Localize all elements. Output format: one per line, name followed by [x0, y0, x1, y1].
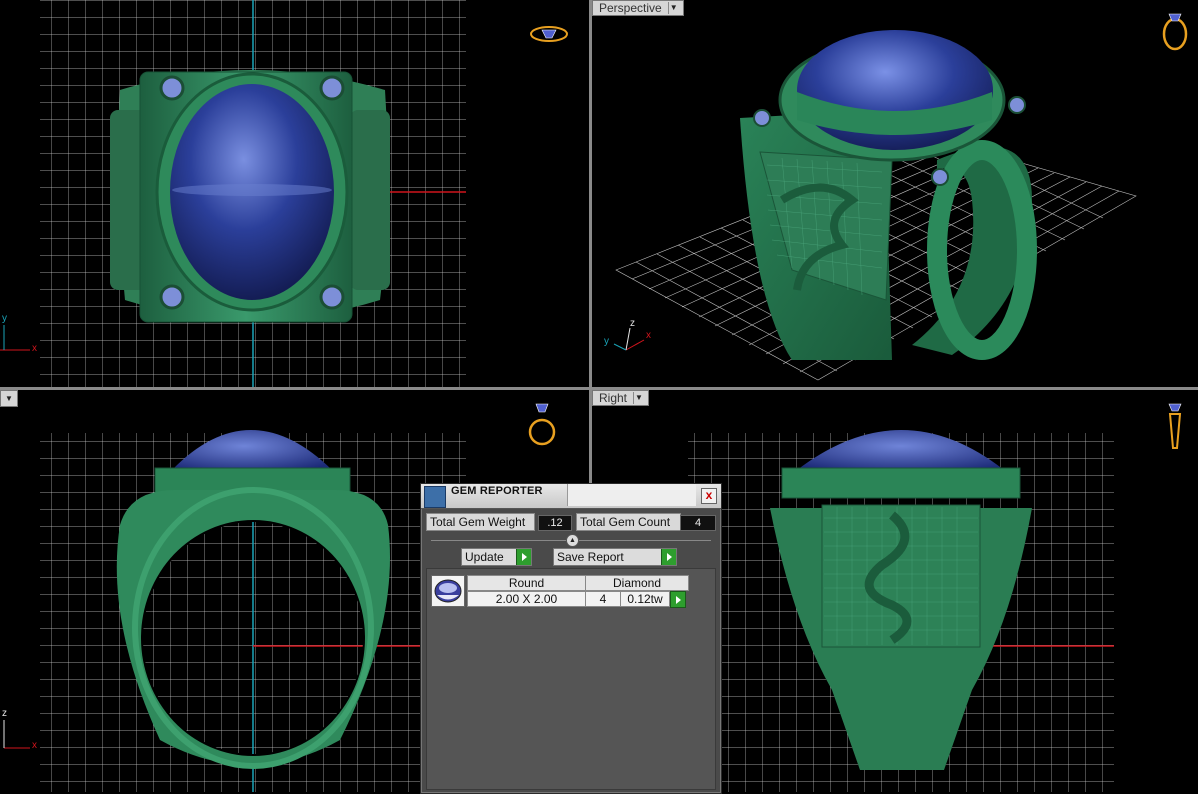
save-report-button-label: Save Report — [557, 550, 624, 564]
gem-list[interactable]: Round Diamond 2.00 X 2.00 4 0.12tw — [426, 568, 716, 790]
arrow-right-icon — [661, 549, 676, 565]
gem-size-cell: 2.00 X 2.00 — [467, 591, 586, 607]
collapse-toggle[interactable]: ▲ — [566, 534, 579, 547]
total-gem-weight-label: Total Gem Weight — [426, 513, 535, 531]
gem-count-cell: 4 — [585, 591, 621, 607]
panel-title-bar[interactable]: GEM REPORTER x — [421, 484, 721, 509]
ring-front-view-icon[interactable] — [528, 398, 556, 452]
update-button[interactable]: Update — [461, 548, 532, 566]
axis-label-y: y — [604, 336, 609, 347]
gem-weight-cell: 0.12tw — [620, 591, 670, 607]
axis-label-z: z — [630, 318, 635, 329]
viewport-label-text: Right — [599, 391, 628, 405]
viewport-label-perspective[interactable]: Perspective ▼ — [592, 0, 684, 16]
axis-label-y: y — [2, 313, 7, 324]
total-gem-weight-value: .12 — [538, 515, 572, 531]
gem-reporter-panel[interactable]: GEM REPORTER x Total Gem Weight .12 Tota… — [420, 483, 722, 794]
close-icon[interactable]: x — [701, 488, 717, 504]
top-view-scene — [0, 0, 466, 387]
ring-side-view-icon[interactable] — [1162, 398, 1188, 454]
axis-label-x: x — [646, 330, 651, 341]
ring-perspective-icon[interactable] — [1160, 6, 1190, 52]
viewport-label-right[interactable]: Right ▼ — [592, 390, 650, 406]
total-gem-count-value: 4 — [680, 515, 716, 531]
chevron-down-icon[interactable]: ▼ — [633, 392, 644, 404]
gem-reporter-icon — [424, 486, 446, 508]
total-gem-count-label: Total Gem Count — [576, 513, 681, 531]
chevron-down-icon[interactable]: ▼ — [667, 2, 679, 14]
viewport-top[interactable]: y x — [0, 0, 589, 387]
ring-top-view-icon[interactable] — [528, 22, 570, 46]
arrow-right-icon — [516, 549, 531, 565]
update-button-label: Update — [465, 550, 504, 564]
axis-label-x: x — [32, 740, 37, 751]
round-gem-icon — [431, 575, 465, 607]
gem-shape-cell: Round — [467, 575, 586, 591]
axis-label-x: x — [32, 343, 37, 354]
title-notch — [567, 484, 696, 506]
gem-type-cell: Diamond — [585, 575, 689, 591]
perspective-scene — [613, 30, 1137, 381]
viewport-perspective[interactable]: Perspective ▼ z y x — [592, 0, 1198, 387]
arrow-right-icon[interactable] — [670, 591, 686, 608]
viewport-label-text: Perspective — [599, 1, 662, 15]
viewport-menu-button[interactable]: ▼ — [0, 390, 18, 407]
save-report-button[interactable]: Save Report — [553, 548, 677, 566]
panel-title: GEM REPORTER — [451, 485, 543, 497]
viewport-divider-horizontal[interactable] — [0, 387, 1198, 390]
axis-label-z: z — [2, 708, 7, 719]
